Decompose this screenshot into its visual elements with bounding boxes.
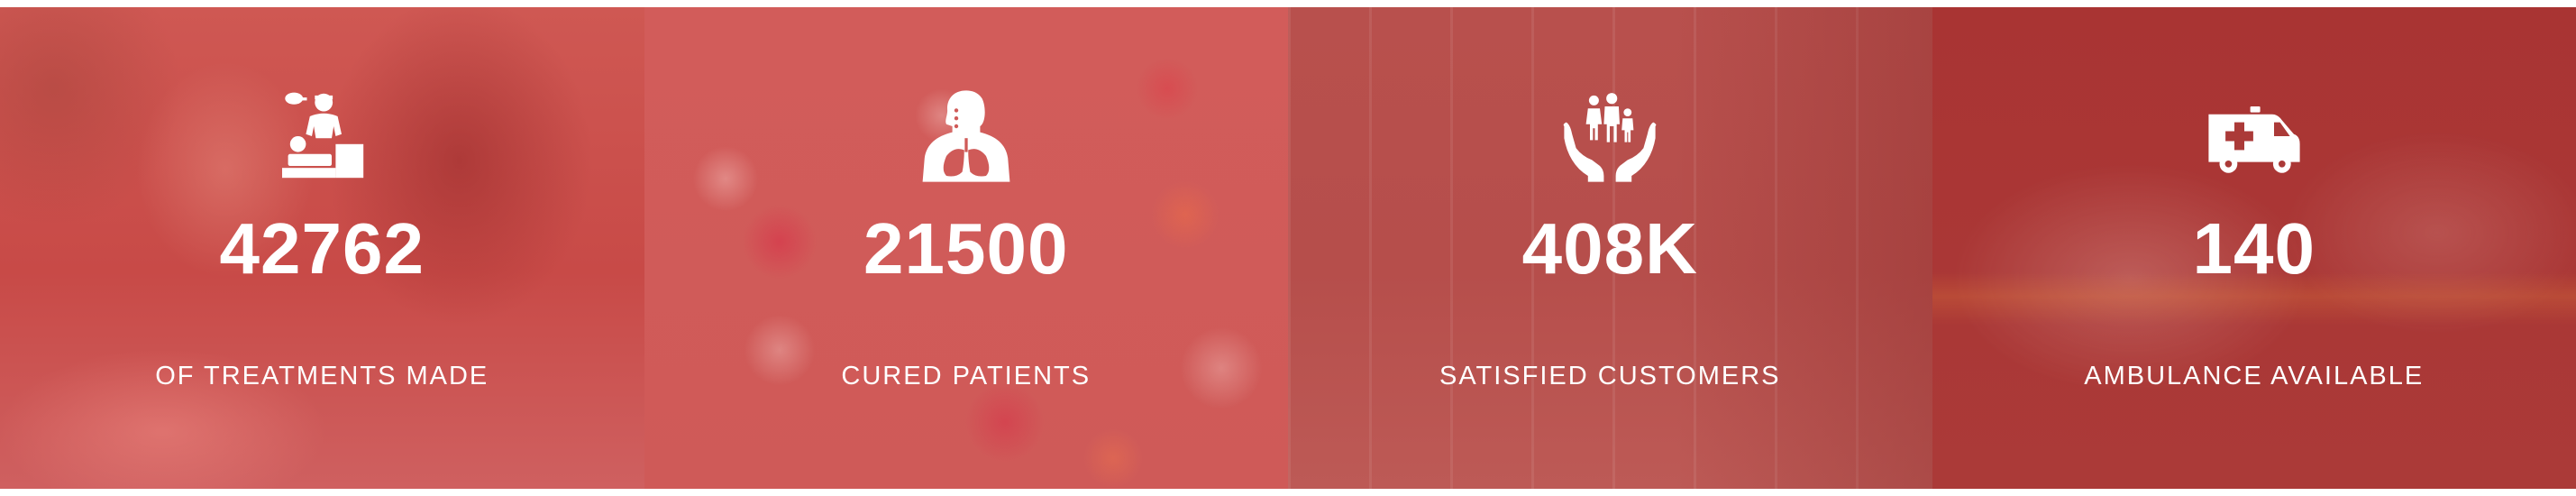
family-hands-icon xyxy=(1560,87,1659,186)
stat-value: 42762 xyxy=(219,208,425,289)
stat-label: OF TREATMENTS MADE xyxy=(155,362,489,390)
lungs-patient-icon xyxy=(917,87,1016,186)
stats-counter-band: 42762 OF TREATMENTS MADE 21500 CURED PAT… xyxy=(0,7,2576,489)
stat-value: 408K xyxy=(1521,208,1698,289)
stat-label: CURED PATIENTS xyxy=(841,362,1092,390)
stat-panel-ambulance: 140 AMBULANCE AVAILABLE xyxy=(1932,7,2576,489)
stat-content: 140 AMBULANCE AVAILABLE xyxy=(1932,7,2576,489)
stat-panel-satisfied-customers: 408K SATISFIED CUSTOMERS xyxy=(1288,7,1932,489)
stat-content: 21500 CURED PATIENTS xyxy=(644,7,1289,489)
stat-content: 42762 OF TREATMENTS MADE xyxy=(0,7,644,489)
doctor-treatment-icon xyxy=(272,87,371,186)
ambulance-icon xyxy=(2205,87,2304,186)
stat-panel-cured-patients: 21500 CURED PATIENTS xyxy=(644,7,1289,489)
stat-value: 21500 xyxy=(863,208,1069,289)
stat-panel-treatments: 42762 OF TREATMENTS MADE xyxy=(0,7,644,489)
stat-label: AMBULANCE AVAILABLE xyxy=(2084,362,2425,390)
stat-label: SATISFIED CUSTOMERS xyxy=(1439,362,1781,390)
stat-value: 140 xyxy=(2192,208,2316,289)
stat-content: 408K SATISFIED CUSTOMERS xyxy=(1288,7,1932,489)
